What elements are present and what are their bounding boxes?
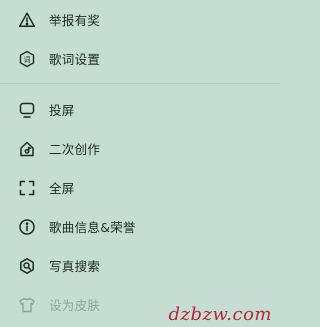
menu-item-fullscreen[interactable]: 全屏 (0, 168, 280, 207)
menu-item-photo-search-label: 写真搜索 (49, 259, 101, 274)
menu-item-report[interactable]: 举报有奖 (0, 0, 280, 39)
menu-item-set-skin-label: 设为皮肤 (49, 298, 101, 313)
menu-item-fullscreen-label: 全屏 (49, 181, 75, 196)
menu-divider (0, 83, 280, 84)
lyrics-icon-glyph: 词 (24, 56, 31, 64)
remix-icon (18, 140, 36, 158)
menu-item-remix-label: 二次创作 (49, 142, 101, 157)
watermark-text: dzbzw.com (168, 304, 272, 325)
menu-item-song-info[interactable]: 歌曲信息&荣誉 (0, 207, 280, 246)
skin-shirt-icon (18, 296, 36, 314)
menu-item-cast-label: 投屏 (49, 103, 75, 118)
info-icon (18, 218, 36, 236)
menu-item-report-label: 举报有奖 (49, 13, 101, 28)
menu-item-lyrics-settings-label: 歌词设置 (49, 52, 101, 67)
cast-screen-icon (18, 101, 36, 119)
fullscreen-icon (18, 179, 36, 197)
menu-item-lyrics-settings[interactable]: 词 歌词设置 (0, 39, 280, 78)
menu-item-song-info-label: 歌曲信息&荣誉 (49, 220, 136, 235)
menu-group-main: 投屏 二次创作 全屏 歌曲信息&荣誉 写真搜索 设为皮肤 (0, 90, 280, 324)
menu-item-cast[interactable]: 投屏 (0, 90, 280, 129)
photo-search-icon (18, 257, 36, 275)
lyrics-icon: 词 (18, 50, 36, 68)
menu-group-top: 举报有奖 词 歌词设置 (0, 0, 280, 78)
menu-item-photo-search[interactable]: 写真搜索 (0, 246, 280, 285)
warning-triangle-icon (18, 11, 36, 29)
menu-item-remix[interactable]: 二次创作 (0, 129, 280, 168)
